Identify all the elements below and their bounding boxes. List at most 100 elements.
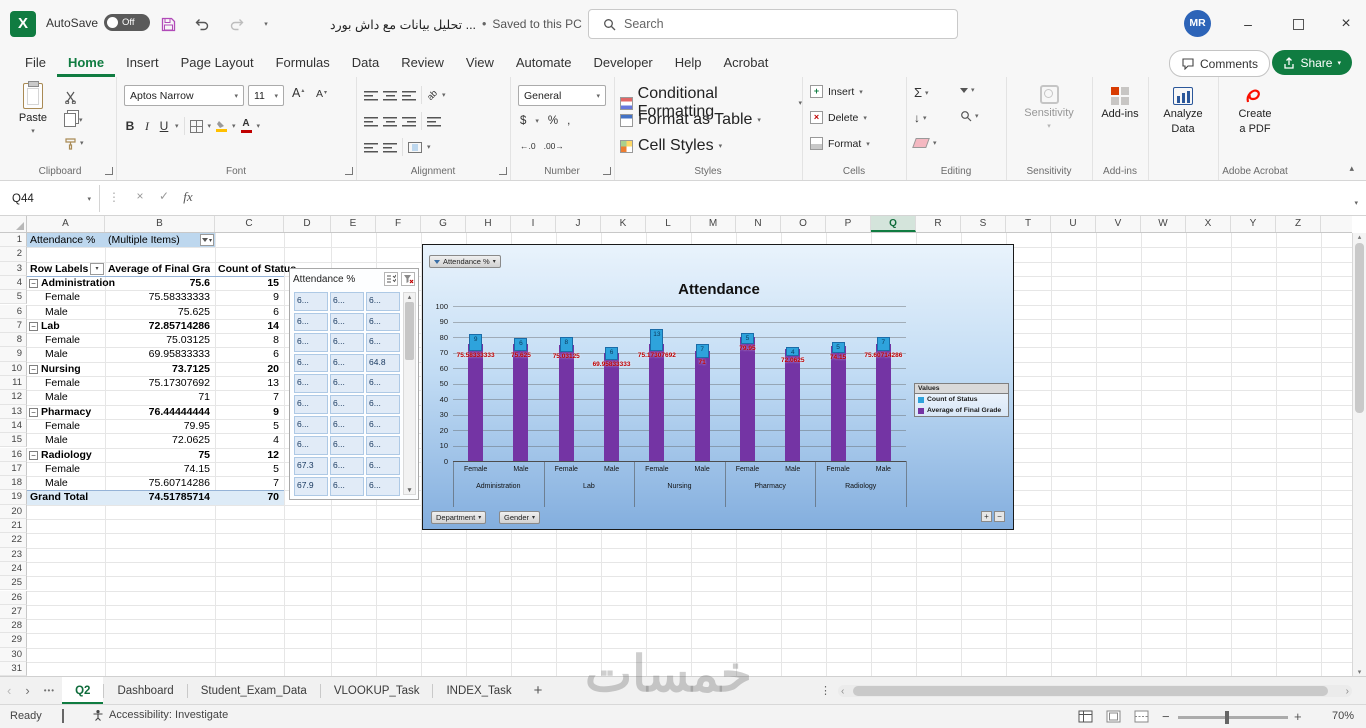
slicer-item[interactable]: 6... — [294, 394, 328, 414]
format-cells-button[interactable]: Format ▾ — [810, 137, 870, 150]
cell-styles-button[interactable]: Cell Styles ▾ — [620, 137, 722, 155]
fill-color-chevron-icon[interactable]: ▾ — [232, 122, 236, 130]
ribbon-tab-insert[interactable]: Insert — [115, 48, 170, 77]
prev-sheet-button[interactable]: ‹ — [0, 677, 18, 704]
pivot-collapse-button[interactable]: − — [29, 364, 38, 374]
pivot-collapse-button[interactable]: − — [29, 321, 38, 331]
slicer-item[interactable]: 6... — [366, 292, 400, 311]
redo-button[interactable] — [224, 14, 248, 34]
borders-icon[interactable] — [189, 119, 203, 133]
slicer-item[interactable]: 6... — [366, 415, 400, 435]
analyze-data-button[interactable]: Analyze Data — [1153, 87, 1213, 135]
horizontal-scroll-thumb[interactable] — [853, 686, 1328, 696]
attendance-slicer[interactable]: Attendance % 6... 6... 6... 6... 6... 6... 6..… — [289, 268, 419, 500]
comma-format-icon[interactable]: , — [567, 115, 570, 127]
pivot-collapse-button[interactable]: − — [29, 278, 38, 288]
format-painter-button[interactable]: ▾ — [64, 133, 84, 153]
sheet-tab-vlookup_task[interactable]: VLOOKUP_Task — [321, 677, 433, 704]
slicer-item[interactable]: 6... — [294, 292, 328, 311]
page-layout-view-button[interactable] — [1106, 710, 1121, 723]
slicer-item[interactable]: 6... — [294, 312, 328, 332]
scroll-left-arrow[interactable]: ‹ — [841, 685, 844, 697]
slicer-item[interactable]: 6... — [330, 477, 364, 496]
ribbon-tab-page-layout[interactable]: Page Layout — [170, 48, 265, 77]
row-header-21[interactable]: 21 — [0, 519, 27, 534]
ribbon-tab-home[interactable]: Home — [57, 48, 115, 77]
pivot-collapse-button[interactable]: − — [29, 407, 38, 417]
enter-button[interactable]: ✓ — [154, 189, 174, 203]
column-header-F[interactable]: F — [376, 216, 421, 232]
slicer-item[interactable]: 64.8 — [366, 353, 400, 373]
row-header-4[interactable]: 4 — [0, 275, 27, 291]
decrease-decimal-icon[interactable]: .00→ — [544, 141, 564, 151]
row-header-22[interactable]: 22 — [0, 533, 27, 548]
row-header-25[interactable]: 25 — [0, 576, 27, 591]
slicer-scrollbar[interactable]: ▴ ▾ — [403, 292, 416, 495]
column-header-T[interactable]: T — [1006, 216, 1051, 232]
ribbon-tab-automate[interactable]: Automate — [505, 48, 583, 77]
chart-collapse-button[interactable]: − — [994, 511, 1005, 522]
row-header-8[interactable]: 8 — [0, 333, 27, 348]
align-top-icon[interactable] — [364, 89, 378, 101]
scroll-right-arrow[interactable]: › — [1346, 685, 1349, 697]
column-header-W[interactable]: W — [1141, 216, 1186, 232]
row-header-11[interactable]: 11 — [0, 376, 27, 391]
sheet-tab-dashboard[interactable]: Dashboard — [104, 677, 186, 704]
slicer-clear-filter-button[interactable] — [401, 272, 415, 286]
column-header-B[interactable]: B — [105, 216, 215, 232]
column-header-X[interactable]: X — [1186, 216, 1231, 232]
slicer-item[interactable]: 6... — [366, 456, 400, 476]
row-header-29[interactable]: 29 — [0, 633, 27, 648]
align-left-icon[interactable] — [364, 115, 378, 127]
restore-button[interactable] — [1282, 0, 1314, 48]
row-header-30[interactable]: 30 — [0, 647, 27, 662]
close-button[interactable]: × — [1330, 0, 1362, 48]
increase-indent-icon[interactable] — [383, 141, 397, 153]
pivot-chart[interactable]: 0 10 20 30 40 50 60 70 80 90 100 9 75.58333333 Female… — [422, 244, 1014, 530]
font-color-chevron-icon[interactable]: ▾ — [257, 122, 261, 130]
column-header-N[interactable]: N — [736, 216, 781, 232]
slicer-item[interactable]: 6... — [366, 333, 400, 352]
copy-button[interactable]: ▾ — [64, 110, 83, 130]
align-middle-icon[interactable] — [383, 89, 397, 101]
column-header-Z[interactable]: Z — [1276, 216, 1321, 232]
font-dialog-launcher[interactable] — [345, 167, 353, 175]
vertical-scroll-thumb[interactable] — [1355, 243, 1364, 413]
font-size-combo[interactable]: 11 ▾ — [248, 85, 284, 106]
row-header-23[interactable]: 23 — [0, 547, 27, 562]
row-header-24[interactable]: 24 — [0, 561, 27, 577]
alignment-dialog-launcher[interactable] — [499, 167, 507, 175]
format-as-table-button[interactable]: Format as Table ▾ — [620, 111, 761, 129]
formula-bar-expand-button[interactable]: ▾ — [1354, 192, 1358, 210]
new-sheet-button[interactable]: + — [525, 677, 552, 704]
row-labels-filter-button[interactable]: ▾ — [90, 262, 104, 275]
slicer-item[interactable]: 6... — [330, 333, 364, 352]
sheet-tab-student_exam_data[interactable]: Student_Exam_Data — [188, 677, 320, 704]
slicer-item[interactable]: 6... — [330, 415, 364, 435]
sheet-list-button[interactable]: ••• — [37, 677, 62, 704]
column-header-L[interactable]: L — [646, 216, 691, 232]
slicer-item[interactable]: 6... — [366, 477, 400, 496]
row-header-1[interactable]: 1 — [0, 233, 27, 248]
row-header-19[interactable]: 19 — [0, 490, 27, 505]
document-title[interactable]: تحليل بيانات مع داش بورد ... • Saved to … — [330, 0, 591, 48]
quick-access-chevron[interactable]: ▾ — [254, 14, 278, 34]
orientation-chevron-icon[interactable]: ▾ — [442, 91, 446, 99]
search-box[interactable]: Search — [588, 9, 958, 39]
insert-function-button[interactable]: fx — [178, 189, 198, 205]
slicer-item[interactable]: 6... — [366, 312, 400, 332]
slicer-item[interactable]: 6... — [330, 394, 364, 414]
row-header-5[interactable]: 5 — [0, 290, 27, 305]
row-header-20[interactable]: 20 — [0, 504, 27, 519]
underline-chevron-icon[interactable]: ▾ — [175, 122, 179, 130]
row-header-14[interactable]: 14 — [0, 418, 27, 434]
column-header-E[interactable]: E — [331, 216, 376, 232]
zoom-slider[interactable] — [1178, 716, 1288, 719]
autosave-control[interactable]: AutoSave Off — [46, 14, 151, 31]
zoom-out-button[interactable]: − — [1162, 709, 1170, 724]
slicer-item[interactable]: 6... — [330, 374, 364, 393]
column-header-D[interactable]: D — [284, 216, 331, 232]
row-header-3[interactable]: 3 — [0, 261, 27, 276]
fill-color-icon[interactable] — [216, 120, 228, 132]
clear-button[interactable]: ▾ — [912, 138, 937, 148]
